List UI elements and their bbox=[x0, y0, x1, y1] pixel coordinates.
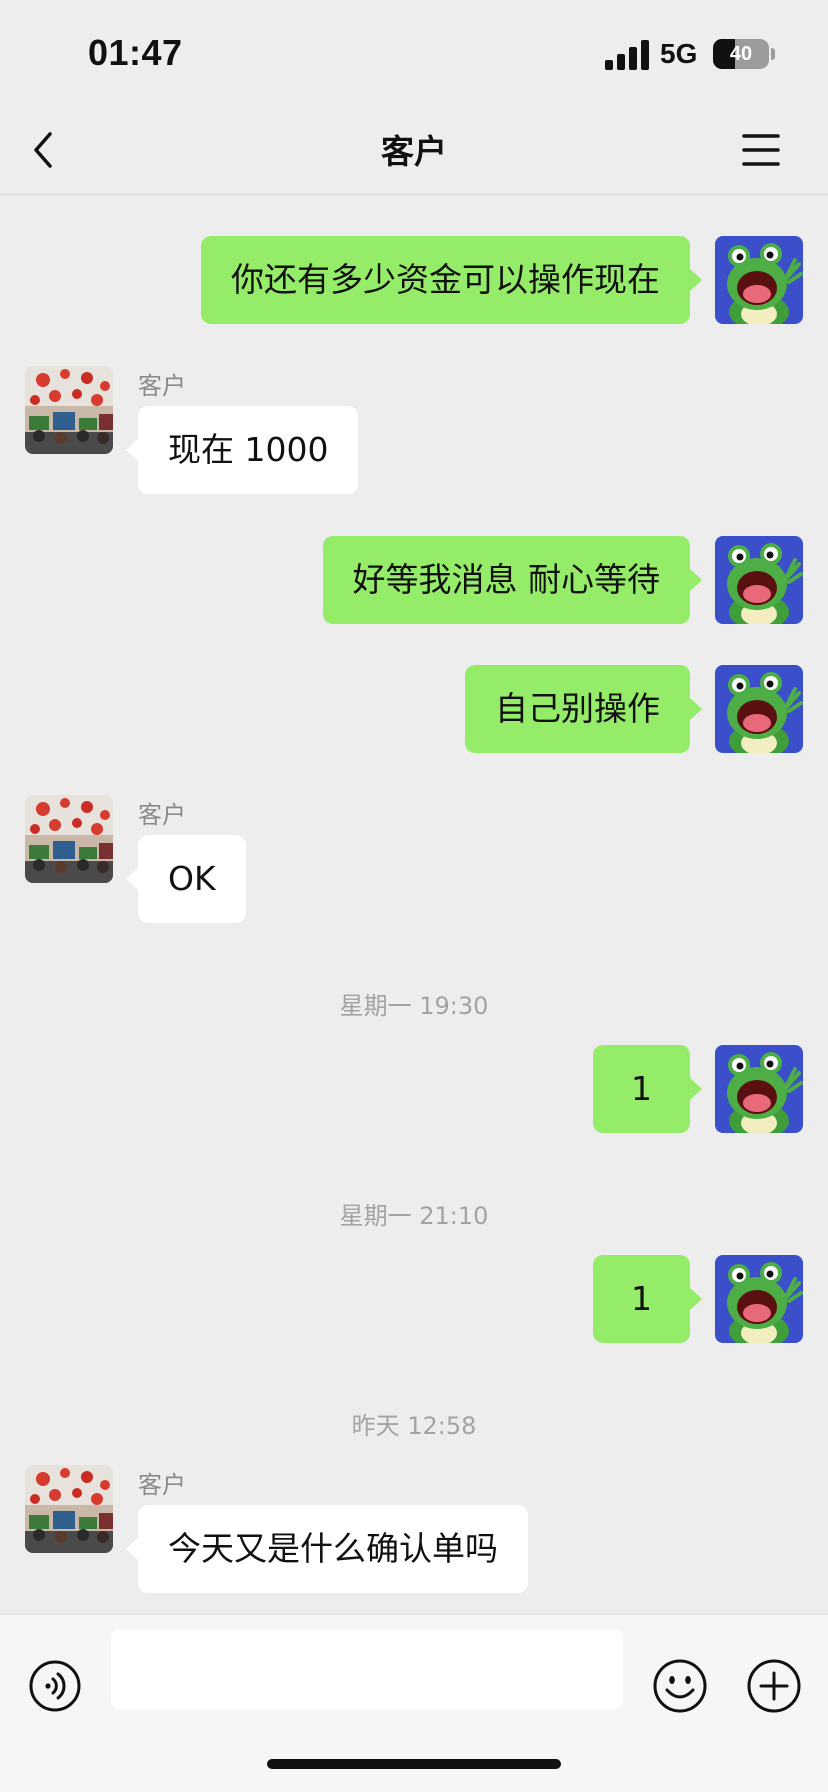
emoji-icon bbox=[653, 1659, 707, 1713]
nav-bar: 客户 bbox=[0, 105, 828, 195]
message-bubble[interactable]: 现在 1000 bbox=[125, 406, 359, 494]
timestamp: 昨天 12:58 bbox=[351, 1412, 477, 1440]
voice-icon bbox=[29, 1660, 81, 1712]
my-avatar[interactable] bbox=[715, 536, 803, 624]
status-bar: 01:47 5G 40 bbox=[0, 0, 828, 105]
my-avatar[interactable] bbox=[715, 1255, 803, 1343]
photo-avatar-icon bbox=[25, 1465, 113, 1553]
message-bubble[interactable]: 1 bbox=[593, 1045, 702, 1133]
photo-avatar-icon bbox=[25, 366, 113, 454]
chat-area[interactable]: 你还有多少资金可以操作现在 客户 现在 1000 好等我消息 耐心等待 自己别操… bbox=[0, 196, 828, 1614]
more-options-button[interactable] bbox=[746, 1658, 802, 1714]
hamburger-menu-icon bbox=[742, 134, 780, 166]
message-bubble[interactable]: 自己别操作 bbox=[465, 665, 702, 753]
status-time: 01:47 bbox=[88, 32, 183, 73]
sender-name: 客户 bbox=[138, 1471, 186, 1499]
my-avatar[interactable] bbox=[715, 1045, 803, 1133]
frog-avatar-icon bbox=[715, 1255, 803, 1343]
message-bubble[interactable]: 今天又是什么确认单吗 bbox=[126, 1505, 528, 1593]
sender-name: 客户 bbox=[138, 801, 186, 829]
my-avatar[interactable] bbox=[715, 236, 803, 324]
network-type: 5G bbox=[660, 38, 698, 69]
voice-button[interactable] bbox=[28, 1659, 82, 1713]
sender-name: 客户 bbox=[138, 372, 186, 400]
contact-avatar[interactable] bbox=[25, 795, 113, 883]
battery-level: 40 bbox=[729, 43, 753, 65]
timestamp: 星期一 19:30 bbox=[339, 992, 489, 1020]
emoji-button[interactable] bbox=[652, 1658, 708, 1714]
chat-title: 客户 bbox=[381, 132, 447, 171]
message-bubble[interactable]: 1 bbox=[593, 1255, 702, 1343]
frog-avatar-icon bbox=[715, 236, 803, 324]
frog-avatar-icon bbox=[715, 665, 803, 753]
contact-avatar[interactable] bbox=[25, 366, 113, 454]
contact-avatar[interactable] bbox=[25, 1465, 113, 1553]
frog-avatar-icon bbox=[715, 1045, 803, 1133]
my-avatar[interactable] bbox=[715, 665, 803, 753]
battery-icon: 40 bbox=[713, 39, 769, 69]
photo-avatar-icon bbox=[25, 795, 113, 883]
signal-icon bbox=[605, 40, 649, 70]
message-bubble[interactable]: 你还有多少资金可以操作现在 bbox=[201, 236, 702, 324]
chat-menu-button[interactable] bbox=[736, 125, 786, 175]
frog-avatar-icon bbox=[715, 536, 803, 624]
timestamp: 星期一 21:10 bbox=[339, 1202, 489, 1230]
message-bubble[interactable]: 好等我消息 耐心等待 bbox=[322, 536, 702, 624]
message-input[interactable] bbox=[111, 1629, 623, 1709]
message-bubble[interactable]: OK bbox=[126, 835, 246, 923]
plus-icon bbox=[747, 1659, 801, 1713]
home-indicator[interactable] bbox=[267, 1759, 561, 1769]
